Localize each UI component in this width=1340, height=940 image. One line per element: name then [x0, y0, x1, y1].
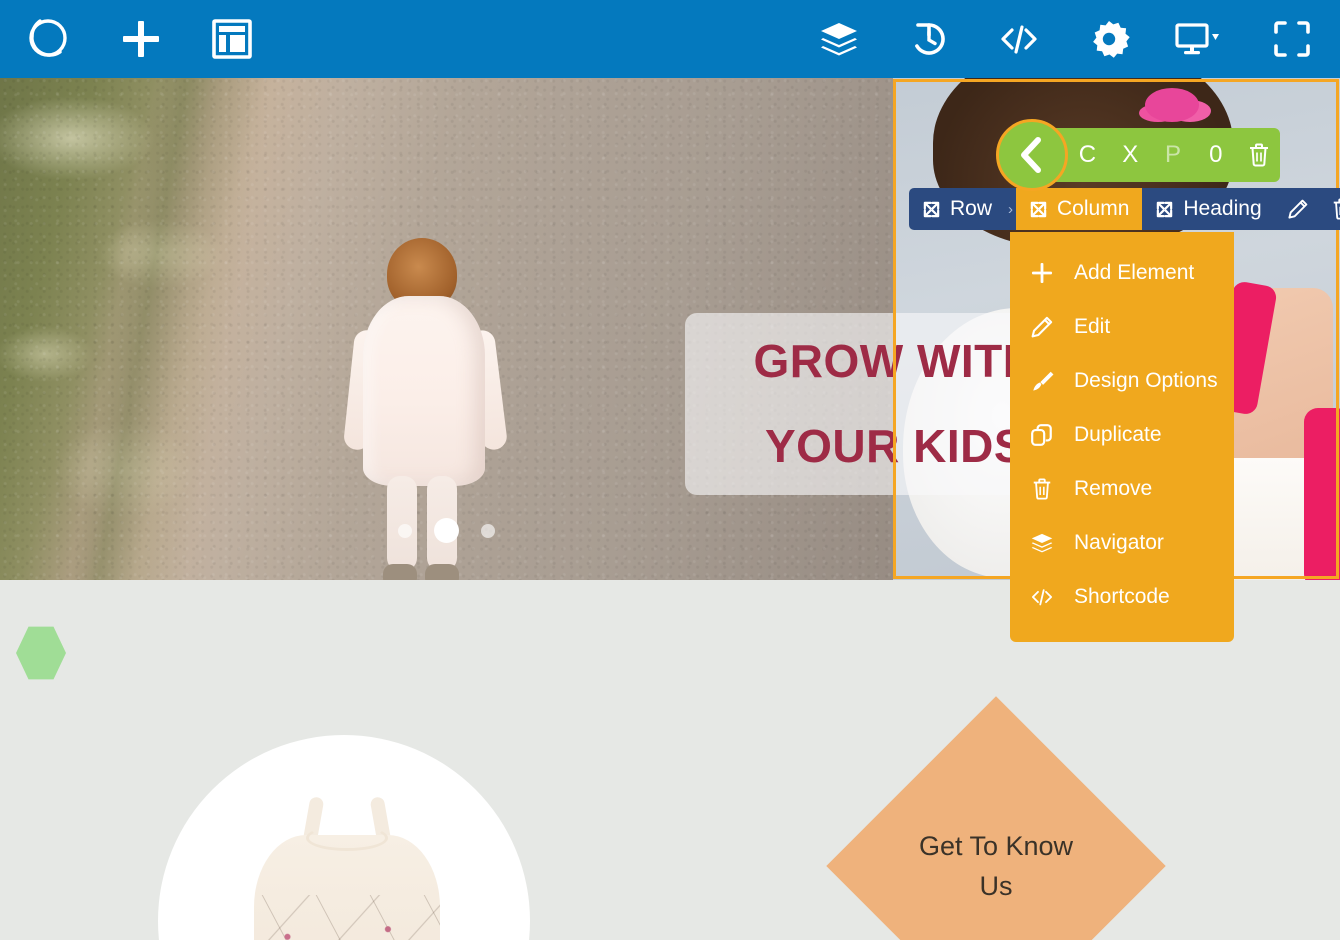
delete-button[interactable]: [1237, 142, 1280, 168]
collapse-toggle-button[interactable]: [996, 119, 1068, 191]
move-icon: [923, 201, 940, 217]
carousel-dot-3[interactable]: [481, 523, 495, 538]
brush-icon: [1030, 369, 1054, 393]
breadcrumb-edit-icon[interactable]: [1287, 198, 1309, 220]
visual-composer-editor: GROW WITH YOUR KIDS Get To Know Us C X P…: [0, 0, 1340, 940]
breadcrumb-tools: [1274, 188, 1340, 230]
move-icon: [1030, 201, 1047, 217]
element-breadcrumb: Row › Column Heading: [909, 188, 1340, 230]
child-shoe-right: [425, 564, 459, 580]
toolbar-right-group: [794, 0, 1340, 78]
editor-toolbar: [0, 0, 1340, 78]
dress-neckline: [306, 825, 388, 851]
hero-heading-line-1: GROW WITH: [753, 334, 1037, 387]
paste-button[interactable]: P: [1152, 141, 1195, 169]
breadcrumb-row-label: Row: [950, 197, 993, 220]
code-icon[interactable]: [974, 0, 1064, 78]
responsive-icon[interactable]: [1154, 0, 1244, 78]
templates-icon[interactable]: [186, 0, 278, 78]
girl-hair-bow: [1145, 88, 1199, 122]
carousel-dots: [0, 518, 893, 543]
layers-icon: [1030, 531, 1054, 555]
move-icon: [1157, 201, 1173, 217]
get-to-know-us-label: Get To Know Us: [918, 830, 1074, 902]
menu-item-design-options-label: Design Options: [1074, 369, 1218, 392]
layers-icon[interactable]: [794, 0, 884, 78]
plus-icon: [1030, 261, 1054, 285]
cut-button[interactable]: X: [1109, 141, 1152, 169]
breadcrumb-column[interactable]: Column: [1016, 188, 1143, 230]
dress-floral-pattern: [254, 895, 440, 940]
hero-heading-line-2: YOUR KIDS: [764, 420, 1026, 472]
add-element-icon[interactable]: [96, 0, 186, 78]
product-image-circle[interactable]: [158, 735, 530, 940]
carousel-dot-2[interactable]: [434, 518, 459, 543]
gear-icon[interactable]: [1064, 0, 1154, 78]
menu-item-navigator[interactable]: Navigator: [1010, 516, 1234, 570]
toolbar-left-group: [0, 0, 278, 78]
code-icon: [1030, 585, 1054, 609]
menu-item-add-element-label: Add Element: [1074, 261, 1195, 284]
girl-dress-strap-right: [1304, 408, 1340, 580]
menu-item-design-options[interactable]: Design Options: [1010, 354, 1234, 408]
trash-icon: [1030, 477, 1054, 501]
child-dress: [363, 296, 485, 486]
menu-item-remove[interactable]: Remove: [1010, 462, 1234, 516]
pencil-icon: [1030, 315, 1054, 339]
menu-item-add-element[interactable]: Add Element: [1010, 246, 1234, 300]
breadcrumb-row[interactable]: Row: [909, 188, 1006, 230]
element-context-menu: Add Element Edit Design Options Duplicat…: [1010, 232, 1234, 642]
breadcrumb-heading-label: Heading: [1183, 197, 1262, 220]
copy-button[interactable]: C: [1066, 141, 1109, 169]
carousel-dot-1[interactable]: [398, 523, 412, 538]
fullscreen-icon[interactable]: [1244, 0, 1340, 78]
history-icon[interactable]: [884, 0, 974, 78]
menu-item-shortcode[interactable]: Shortcode: [1010, 570, 1234, 624]
hexagon-decoration: [16, 626, 66, 680]
menu-item-edit[interactable]: Edit: [1010, 300, 1234, 354]
breadcrumb-column-label: Column: [1057, 197, 1130, 220]
child-shoe-left: [383, 564, 417, 580]
breadcrumb-separator: ›: [1005, 188, 1017, 230]
duplicate-icon: [1030, 423, 1054, 447]
dress-product-image: [254, 796, 440, 940]
breadcrumb-heading[interactable]: Heading: [1142, 188, 1275, 230]
menu-item-shortcode-label: Shortcode: [1074, 585, 1170, 608]
clone-button[interactable]: 0: [1194, 141, 1237, 169]
chevron-left-icon: [1021, 137, 1041, 173]
menu-item-duplicate[interactable]: Duplicate: [1010, 408, 1234, 462]
breadcrumb-delete-icon[interactable]: [1331, 197, 1340, 221]
menu-item-remove-label: Remove: [1074, 477, 1153, 500]
menu-item-edit-label: Edit: [1074, 315, 1111, 338]
logo-icon[interactable]: [0, 0, 96, 78]
menu-item-duplicate-label: Duplicate: [1074, 423, 1162, 446]
menu-item-navigator-label: Navigator: [1074, 531, 1164, 554]
